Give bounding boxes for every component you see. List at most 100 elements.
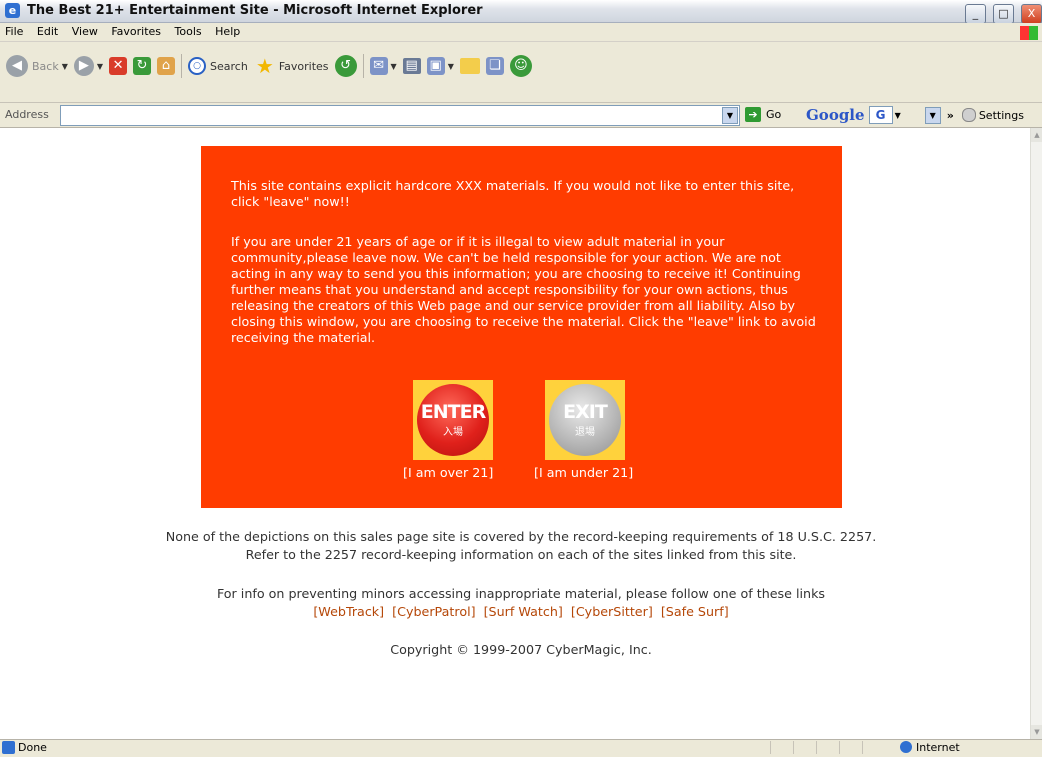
go-arrow-icon: ➔ bbox=[745, 107, 761, 122]
exit-button[interactable]: EXIT 退場 bbox=[545, 380, 625, 460]
google-logo: Google bbox=[806, 106, 865, 124]
search-button[interactable]: ○ Search bbox=[188, 57, 248, 75]
ie-icon: e bbox=[5, 3, 20, 18]
close-button[interactable]: X bbox=[1021, 4, 1042, 24]
history-button[interactable]: ↺ bbox=[334, 55, 357, 77]
link-safe-surf[interactable]: [Safe Surf] bbox=[661, 604, 729, 619]
legal-notice-line-1: None of the depictions on this sales pag… bbox=[165, 529, 877, 544]
menu-help[interactable]: Help bbox=[210, 23, 245, 40]
favorites-icon: ★ bbox=[255, 54, 274, 78]
stop-icon: ✕ bbox=[109, 57, 128, 75]
history-icon: ↺ bbox=[334, 55, 357, 77]
scroll-up-icon[interactable]: ▲ bbox=[1031, 128, 1042, 142]
exit-link[interactable]: [I am under 21] bbox=[534, 465, 633, 480]
favorites-label: Favorites bbox=[278, 59, 329, 73]
back-label: Back bbox=[32, 59, 59, 73]
menu-edit[interactable]: Edit bbox=[32, 23, 63, 40]
link-webtrack[interactable]: [WebTrack] bbox=[313, 604, 384, 619]
title-bar: e The Best 21+ Entertainment Site - Micr… bbox=[0, 0, 1042, 24]
legal-notice-line-2: Refer to the 2257 record-keeping informa… bbox=[245, 547, 797, 562]
back-dropdown-icon[interactable]: ▼ bbox=[62, 62, 68, 71]
address-label: Address bbox=[5, 108, 49, 121]
window-controls: _ □ X bbox=[963, 2, 1042, 24]
mail-dropdown-icon[interactable]: ▼ bbox=[391, 62, 397, 71]
mail-button[interactable]: ✉ ▼ bbox=[369, 57, 397, 75]
vertical-scrollbar[interactable]: ▲ ▼ bbox=[1030, 128, 1042, 739]
google-search-dropdown-icon[interactable]: ▼ bbox=[924, 106, 941, 124]
enter-button-graphic: ENTER 入場 bbox=[417, 384, 489, 456]
parental-control-intro: For info on preventing minors accessing … bbox=[216, 586, 826, 601]
enter-link[interactable]: [I am over 21] bbox=[403, 465, 493, 480]
link-cybersitter[interactable]: [CyberSitter] bbox=[571, 604, 653, 619]
age-warning-panel: This site contains explicit hardcore XXX… bbox=[201, 146, 842, 508]
link-surf-watch[interactable]: [Surf Watch] bbox=[484, 604, 563, 619]
back-icon: ◀ bbox=[6, 55, 28, 77]
windows-logo-icon bbox=[1020, 26, 1038, 40]
messenger-icon: ☺ bbox=[509, 55, 532, 77]
go-label: Go bbox=[766, 108, 782, 121]
forward-button[interactable]: ▶ ▼ bbox=[73, 56, 103, 76]
folder-button[interactable] bbox=[459, 58, 480, 74]
settings-button[interactable]: Settings bbox=[979, 109, 1024, 122]
menu-favorites[interactable]: Favorites bbox=[106, 23, 166, 40]
settings-icon bbox=[961, 108, 976, 122]
edit-page-icon: ▣ bbox=[426, 57, 445, 75]
address-dropdown-icon[interactable]: ▼ bbox=[722, 107, 738, 124]
folder-icon bbox=[459, 58, 480, 74]
warning-paragraph-2: If you are under 21 years of age or if i… bbox=[231, 234, 816, 345]
search-label: Search bbox=[210, 59, 248, 73]
toolbar-overflow-icon[interactable]: » bbox=[947, 109, 954, 122]
warning-paragraph-1: This site contains explicit hardcore XXX… bbox=[231, 178, 795, 209]
window-title: The Best 21+ Entertainment Site - Micros… bbox=[27, 3, 483, 18]
mail-icon: ✉ bbox=[369, 57, 388, 75]
stop-button[interactable]: ✕ bbox=[109, 57, 128, 75]
edit-button[interactable]: ▣ ▼ bbox=[426, 57, 454, 75]
standard-toolbar: ◀ Back ▼ ▶ ▼ ✕ ↻ ⌂ ○ Search ★ Favorites … bbox=[0, 42, 1042, 103]
search-icon: ○ bbox=[188, 57, 207, 75]
research-icon: ❏ bbox=[485, 57, 504, 75]
forward-icon: ▶ bbox=[73, 56, 94, 76]
address-bar: Address ▼ ➔ Go Google G ▼ ▼ » Settings bbox=[0, 103, 1042, 128]
scroll-down-icon[interactable]: ▼ bbox=[1031, 725, 1042, 739]
google-search-button[interactable]: G bbox=[868, 106, 893, 124]
go-button[interactable]: ➔ Go bbox=[745, 107, 781, 122]
toolbar-separator bbox=[181, 54, 183, 78]
status-text: Done bbox=[18, 741, 47, 754]
minimize-button[interactable]: _ bbox=[964, 4, 986, 24]
menu-file[interactable]: File bbox=[0, 23, 28, 40]
globe-icon bbox=[900, 741, 912, 753]
google-dropdown-icon[interactable]: ▼ bbox=[895, 111, 901, 120]
menu-tools[interactable]: Tools bbox=[170, 23, 207, 40]
forward-dropdown-icon[interactable]: ▼ bbox=[97, 62, 103, 71]
maximize-button[interactable]: □ bbox=[992, 4, 1014, 24]
exit-button-graphic: EXIT 退場 bbox=[549, 384, 621, 456]
messenger-button[interactable]: ☺ bbox=[509, 55, 532, 77]
page-status-icon bbox=[2, 741, 15, 754]
toolbar-separator bbox=[362, 54, 364, 78]
parental-control-links: [WebTrack] [CyberPatrol] [Surf Watch] [C… bbox=[0, 603, 1030, 621]
print-icon: ▤ bbox=[402, 58, 421, 74]
refresh-icon: ↻ bbox=[133, 57, 152, 75]
home-icon: ⌂ bbox=[157, 57, 176, 75]
home-button[interactable]: ⌂ bbox=[157, 57, 176, 75]
page-viewport: This site contains explicit hardcore XXX… bbox=[0, 128, 1030, 739]
research-button[interactable]: ❏ bbox=[485, 57, 504, 75]
refresh-button[interactable]: ↻ bbox=[133, 57, 152, 75]
favorites-button[interactable]: ★ Favorites bbox=[254, 55, 329, 77]
edit-dropdown-icon[interactable]: ▼ bbox=[448, 62, 454, 71]
status-bar: Done Internet bbox=[0, 739, 1042, 756]
link-cyberpatrol[interactable]: [CyberPatrol] bbox=[392, 604, 475, 619]
back-button[interactable]: ◀ Back ▼ bbox=[6, 55, 68, 77]
print-button[interactable]: ▤ bbox=[402, 58, 421, 74]
copyright: Copyright © 1999-2007 CyberMagic, Inc. bbox=[390, 642, 652, 657]
exit-button-sublabel: 退場 bbox=[575, 427, 595, 438]
address-input[interactable] bbox=[60, 105, 740, 126]
menu-bar: File Edit View Favorites Tools Help bbox=[0, 23, 1042, 42]
google-toolbar: Google G ▼ ▼ » Settings bbox=[806, 106, 1024, 124]
enter-button[interactable]: ENTER 入場 bbox=[413, 380, 493, 460]
security-zone: Internet bbox=[916, 741, 960, 754]
exit-button-label: EXIT bbox=[563, 401, 608, 423]
enter-button-sublabel: 入場 bbox=[443, 427, 463, 438]
enter-button-label: ENTER bbox=[420, 401, 486, 423]
menu-view[interactable]: View bbox=[67, 23, 103, 40]
